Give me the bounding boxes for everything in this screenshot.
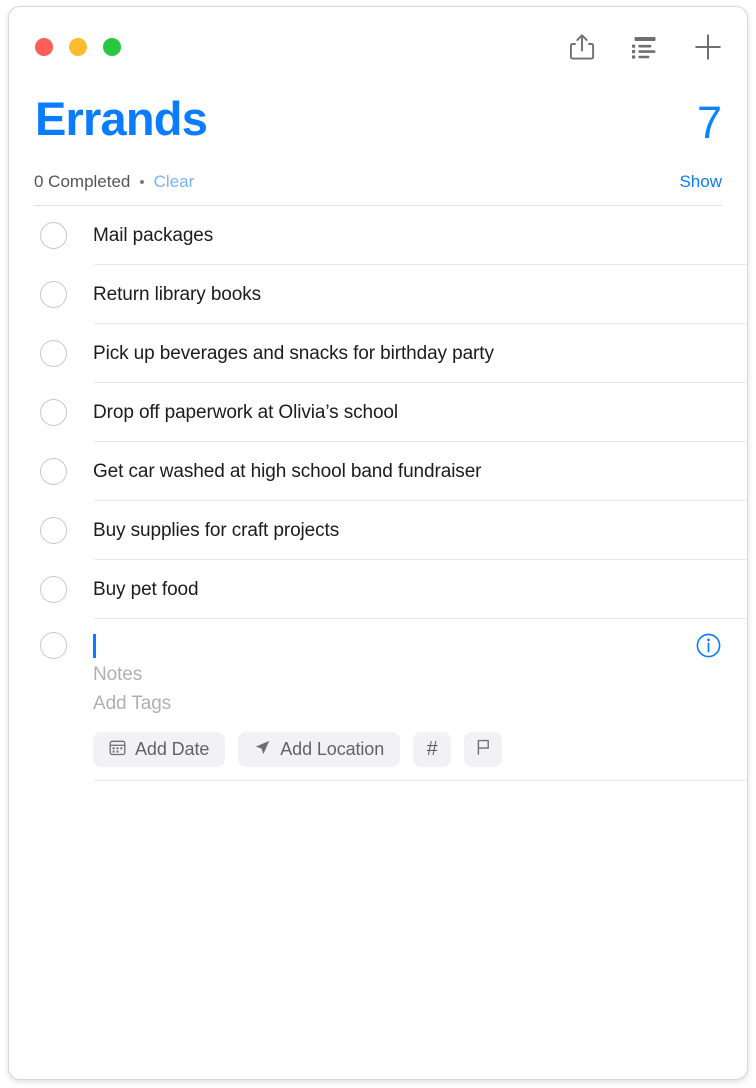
- tags-input[interactable]: Add Tags: [93, 689, 747, 718]
- add-date-label: Add Date: [135, 739, 210, 759]
- table-row[interactable]: Get car washed at high school band fundr…: [9, 442, 747, 501]
- clear-completed-button[interactable]: Clear: [154, 172, 195, 192]
- task-title: Pick up beverages and snacks for birthda…: [93, 342, 494, 364]
- location-arrow-icon: [254, 739, 271, 761]
- table-row[interactable]: Drop off paperwork at Olivia’s school: [9, 383, 747, 442]
- share-icon: [569, 33, 595, 64]
- view-options-button[interactable]: [628, 31, 662, 65]
- task-title: Buy pet food: [93, 578, 199, 600]
- task-checkbox[interactable]: [40, 281, 67, 308]
- table-row[interactable]: Pick up beverages and snacks for birthda…: [9, 324, 747, 383]
- show-completed-button[interactable]: Show: [679, 172, 722, 192]
- new-reminder-row: Notes Add Tags Add Date Add Location #: [9, 619, 747, 781]
- reminder-info-button[interactable]: [696, 633, 721, 658]
- add-date-button[interactable]: Add Date: [93, 732, 226, 767]
- task-checkbox[interactable]: [40, 517, 67, 544]
- task-checkbox[interactable]: [40, 399, 67, 426]
- task-title: Return library books: [93, 283, 262, 305]
- completed-bar: 0 Completed • Clear Show: [9, 159, 747, 205]
- task-checkbox[interactable]: [40, 340, 67, 367]
- add-tag-button[interactable]: #: [413, 732, 452, 767]
- minimize-button[interactable]: [69, 38, 87, 56]
- zoom-button[interactable]: [103, 38, 121, 56]
- completed-count-label: 0 Completed: [34, 172, 131, 191]
- text-cursor: [93, 634, 96, 658]
- add-location-button[interactable]: Add Location: [238, 732, 401, 767]
- task-title: Get car washed at high school band fundr…: [93, 460, 482, 482]
- list-header: Errands 7: [9, 92, 747, 159]
- separator-dot: •: [139, 174, 145, 191]
- close-button[interactable]: [35, 38, 53, 56]
- add-location-label: Add Location: [280, 739, 385, 759]
- table-row[interactable]: Buy supplies for craft projects: [9, 501, 747, 560]
- table-row[interactable]: Buy pet food: [9, 560, 747, 619]
- new-task-title-input[interactable]: [93, 632, 747, 660]
- task-checkbox[interactable]: [40, 576, 67, 603]
- page-title: Errands: [35, 92, 208, 145]
- new-task-checkbox[interactable]: [40, 632, 67, 659]
- new-reminder-fields: Notes Add Tags Add Date Add Location #: [93, 632, 747, 767]
- task-checkbox[interactable]: [40, 458, 67, 485]
- hashtag-icon: #: [426, 738, 438, 760]
- notes-input[interactable]: Notes: [93, 660, 747, 689]
- completed-group: 0 Completed • Clear: [34, 172, 194, 192]
- table-row[interactable]: Return library books: [9, 265, 747, 324]
- reminders-window: Errands 7 0 Completed • Clear Show Mail …: [8, 6, 748, 1080]
- task-checkbox[interactable]: [40, 222, 67, 249]
- quick-actions: Add Date Add Location #: [93, 732, 747, 767]
- plus-icon: [693, 32, 723, 65]
- toolbar: [565, 31, 725, 65]
- list-view-icon: [630, 35, 660, 62]
- window-controls: [35, 38, 121, 56]
- new-reminder-head: Notes Add Tags Add Date Add Location #: [40, 632, 747, 767]
- reminder-count: 7: [696, 97, 722, 148]
- calendar-icon: [109, 739, 126, 761]
- flag-icon: [474, 738, 492, 761]
- titlebar: [9, 7, 747, 93]
- task-title: Drop off paperwork at Olivia’s school: [93, 401, 399, 423]
- share-button[interactable]: [565, 31, 599, 65]
- add-reminder-button[interactable]: [691, 31, 725, 65]
- reminder-list: Mail packages Return library books Pick …: [9, 206, 747, 781]
- flag-button[interactable]: [464, 732, 503, 767]
- table-row[interactable]: Mail packages: [9, 206, 747, 265]
- task-title: Buy supplies for craft projects: [93, 519, 340, 541]
- task-title: Mail packages: [93, 224, 214, 246]
